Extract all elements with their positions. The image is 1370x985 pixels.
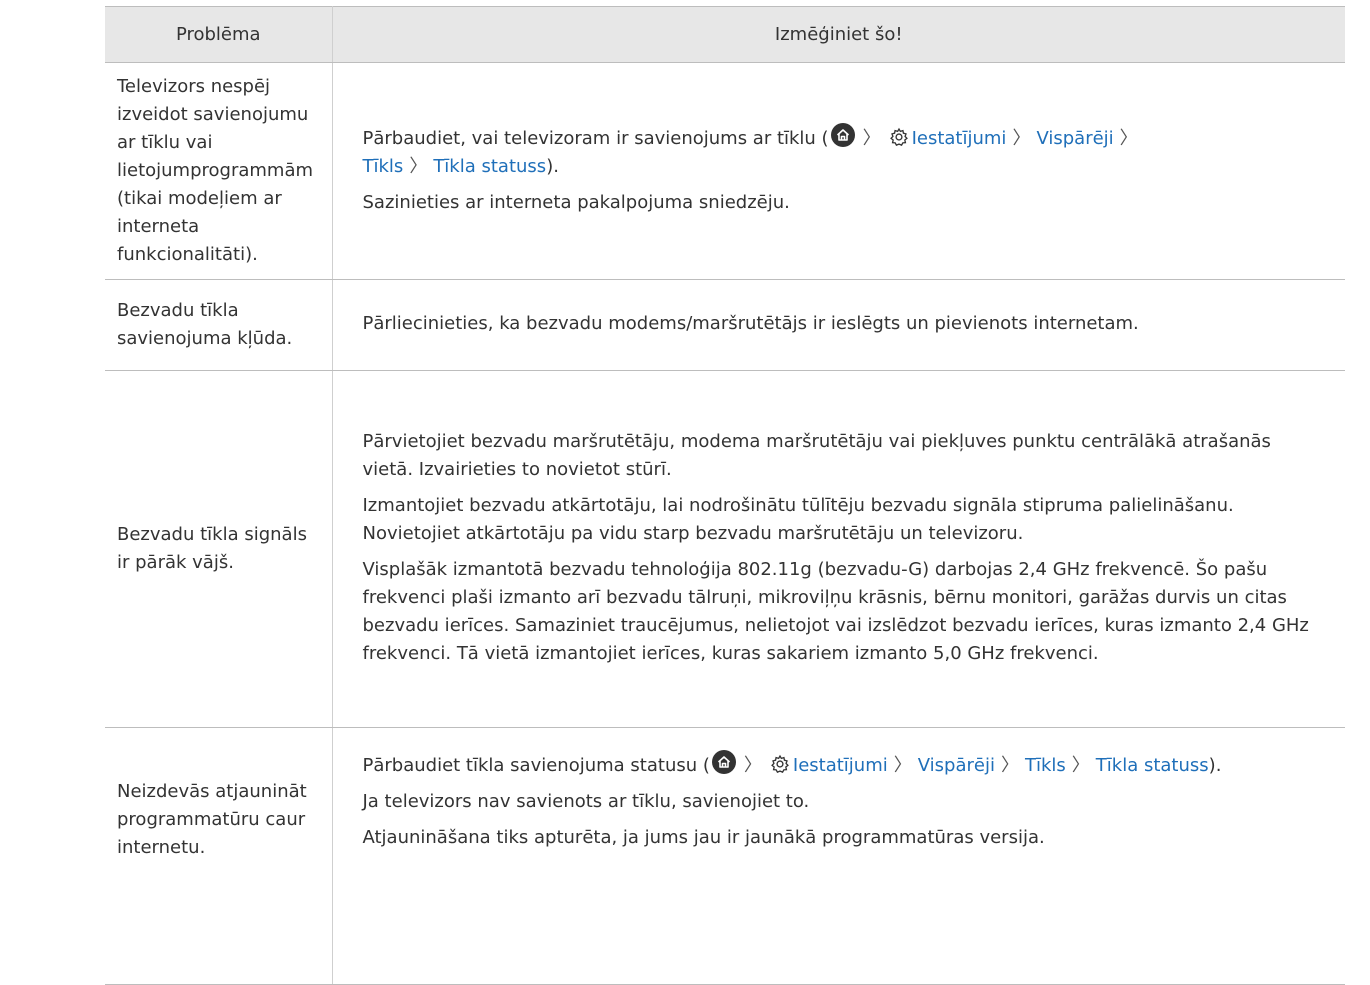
path-general-link[interactable]: Vispārēji (918, 755, 995, 776)
header-solution: Izmēģiniet šo! (332, 6, 1345, 63)
chevron-right-icon: 〉 (1000, 755, 1019, 776)
path-status-link[interactable]: Tīkla statuss (1096, 755, 1209, 776)
table-row: Televizors nespēj izveidot savienojumu a… (105, 62, 1346, 280)
table-row: Neizdevās atjaunināt programmatūru caur … (105, 727, 1346, 985)
solution-cell: Pārvietojiet bezvadu maršrutētāju, modem… (332, 370, 1345, 728)
solution-cell: Pārliecinieties, ka bezvadu modems/maršr… (332, 279, 1345, 371)
chevron-right-icon: 〉 (893, 755, 912, 776)
solution-paragraph: Ja televizors nav savienots ar tīklu, sa… (362, 791, 810, 812)
chevron-right-icon: 〉 (1012, 128, 1031, 149)
table-row: Bezvadu tīkla signāls ir pārāk vājš. Pār… (105, 370, 1345, 728)
path-network-link[interactable]: Tīkls (363, 156, 404, 177)
solution-cell: Pārbaudiet tīkla savienojuma statusu (〉 I… (332, 727, 1346, 985)
troubleshooting-table: Problēma Izmēģiniet šo! Televizors nespē… (105, 6, 1345, 985)
solution-paragraph: Pārbaudiet tīkla savienojuma statusu (〉 I… (363, 750, 1346, 780)
problem-cell: Televizors nespēj izveidot savienojumu a… (105, 62, 333, 280)
home-icon (711, 750, 736, 774)
solution-paragraph: Sazinieties ar interneta pakalpojuma sni… (362, 192, 790, 213)
problem-cell: Bezvadu tīkla signāls ir pārāk vājš. (105, 370, 333, 728)
solution-paragraph: Pārvietojiet bezvadu maršrutētāju, modem… (362, 431, 1271, 480)
path-general-link[interactable]: Vispārēji (1036, 128, 1113, 149)
solution-text: Pārbaudiet tīkla savienojuma statusu ( (362, 755, 710, 776)
gear-icon (889, 127, 908, 147)
gear-icon (770, 754, 789, 774)
solution-text: ). (1208, 755, 1222, 776)
chevron-right-icon: 〉 (862, 128, 881, 149)
solution-paragraph: Pārliecinieties, ka bezvadu modems/maršr… (362, 313, 1139, 334)
chevron-right-icon: 〉 (1071, 755, 1090, 776)
solution-paragraph: Visplašāk izmantotā bezvadu tehnoloģija … (362, 559, 1309, 664)
table-row: Bezvadu tīkla savienojuma kļūda. Pārliec… (105, 279, 1345, 371)
solution-paragraph: Izmantojiet bezvadu atkārtotāju, lai nod… (362, 495, 1234, 544)
chevron-right-icon: 〉 (409, 156, 428, 177)
solution-paragraph: Atjaunināšana tiks apturēta, ja jums jau… (362, 827, 1045, 848)
page: Problēma Izmēģiniet šo! Televizors nespē… (0, 0, 1370, 985)
problem-cell: Neizdevās atjaunināt programmatūru caur … (105, 727, 333, 985)
table-header-row: Problēma Izmēģiniet šo! (105, 6, 1345, 63)
solution-cell: Pārbaudiet, vai televizoram ir savienoju… (332, 62, 1346, 280)
path-settings-link[interactable]: Iestatījumi (912, 128, 1007, 149)
solution-text: ). (546, 156, 559, 177)
path-network-link[interactable]: Tīkls (1025, 755, 1066, 776)
path-settings-link[interactable]: Iestatījumi (793, 755, 888, 776)
header-problem: Problēma (105, 6, 333, 63)
chevron-right-icon: 〉 (1119, 128, 1138, 149)
home-icon (830, 123, 855, 147)
problem-cell: Bezvadu tīkla savienojuma kļūda. (105, 279, 333, 371)
path-status-link[interactable]: Tīkla statuss (433, 156, 546, 177)
solution-text: Pārbaudiet, vai televizoram ir savienoju… (362, 128, 829, 149)
chevron-right-icon: 〉 (743, 755, 762, 776)
solution-paragraph: Pārbaudiet, vai televizoram ir savienoju… (363, 123, 1346, 181)
